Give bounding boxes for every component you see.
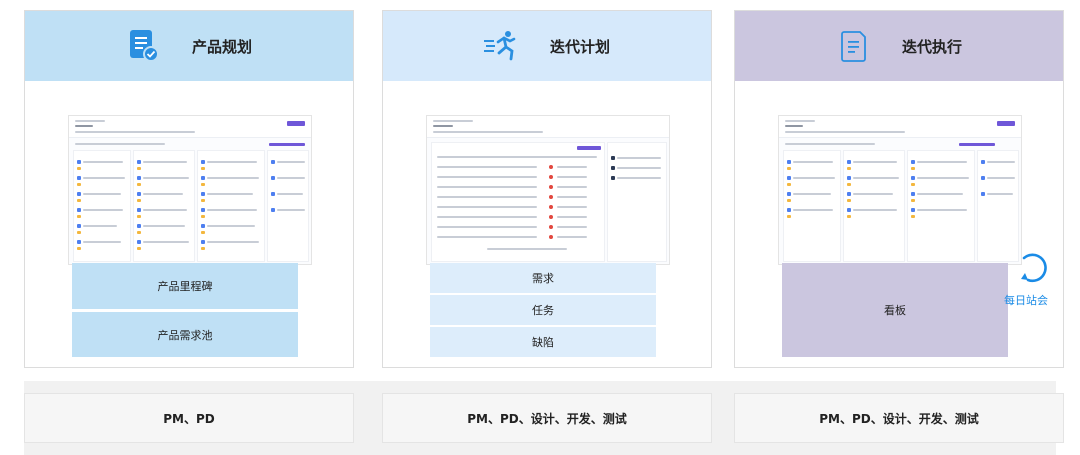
column-header: 产品规划 <box>25 11 353 81</box>
iteration-screenshot-thumbnail <box>426 115 670 265</box>
product-screenshot-thumbnail <box>68 115 312 265</box>
requirement-button[interactable]: 需求 <box>430 263 656 293</box>
daily-standup-label: 每日站会 <box>1004 294 1048 307</box>
column-header: 迭代执行 <box>735 11 1063 81</box>
task-button[interactable]: 任务 <box>430 295 656 325</box>
requirement-pool-button[interactable]: 产品需求池 <box>72 312 298 357</box>
milestone-button[interactable]: 产品里程碑 <box>72 263 298 309</box>
column-iteration-execution: 迭代执行 看板 <box>734 10 1064 368</box>
column-header: 迭代计划 <box>383 11 711 81</box>
document-check-icon <box>126 28 162 64</box>
column-title: 迭代执行 <box>901 37 962 56</box>
roles-product-planning: PM、PD <box>24 393 354 443</box>
loop-arrow-icon <box>1016 250 1052 290</box>
kanban-button[interactable]: 看板 <box>782 263 1008 357</box>
roles-iteration-execution: PM、PD、设计、开发、测试 <box>734 393 1064 443</box>
column-title: 迭代计划 <box>549 37 610 56</box>
column-iteration-planning: 迭代计划 需求 任务 缺陷 <box>382 10 712 368</box>
column-product-planning: 产品规划 产品里程碑 产品需求池 <box>24 10 354 368</box>
roles-iteration-planning: PM、PD、设计、开发、测试 <box>382 393 712 443</box>
runner-icon <box>483 28 520 64</box>
kanban-screenshot-thumbnail <box>778 115 1022 265</box>
defect-button[interactable]: 缺陷 <box>430 327 656 357</box>
document-list-icon <box>836 28 872 64</box>
column-title: 产品规划 <box>191 37 252 56</box>
